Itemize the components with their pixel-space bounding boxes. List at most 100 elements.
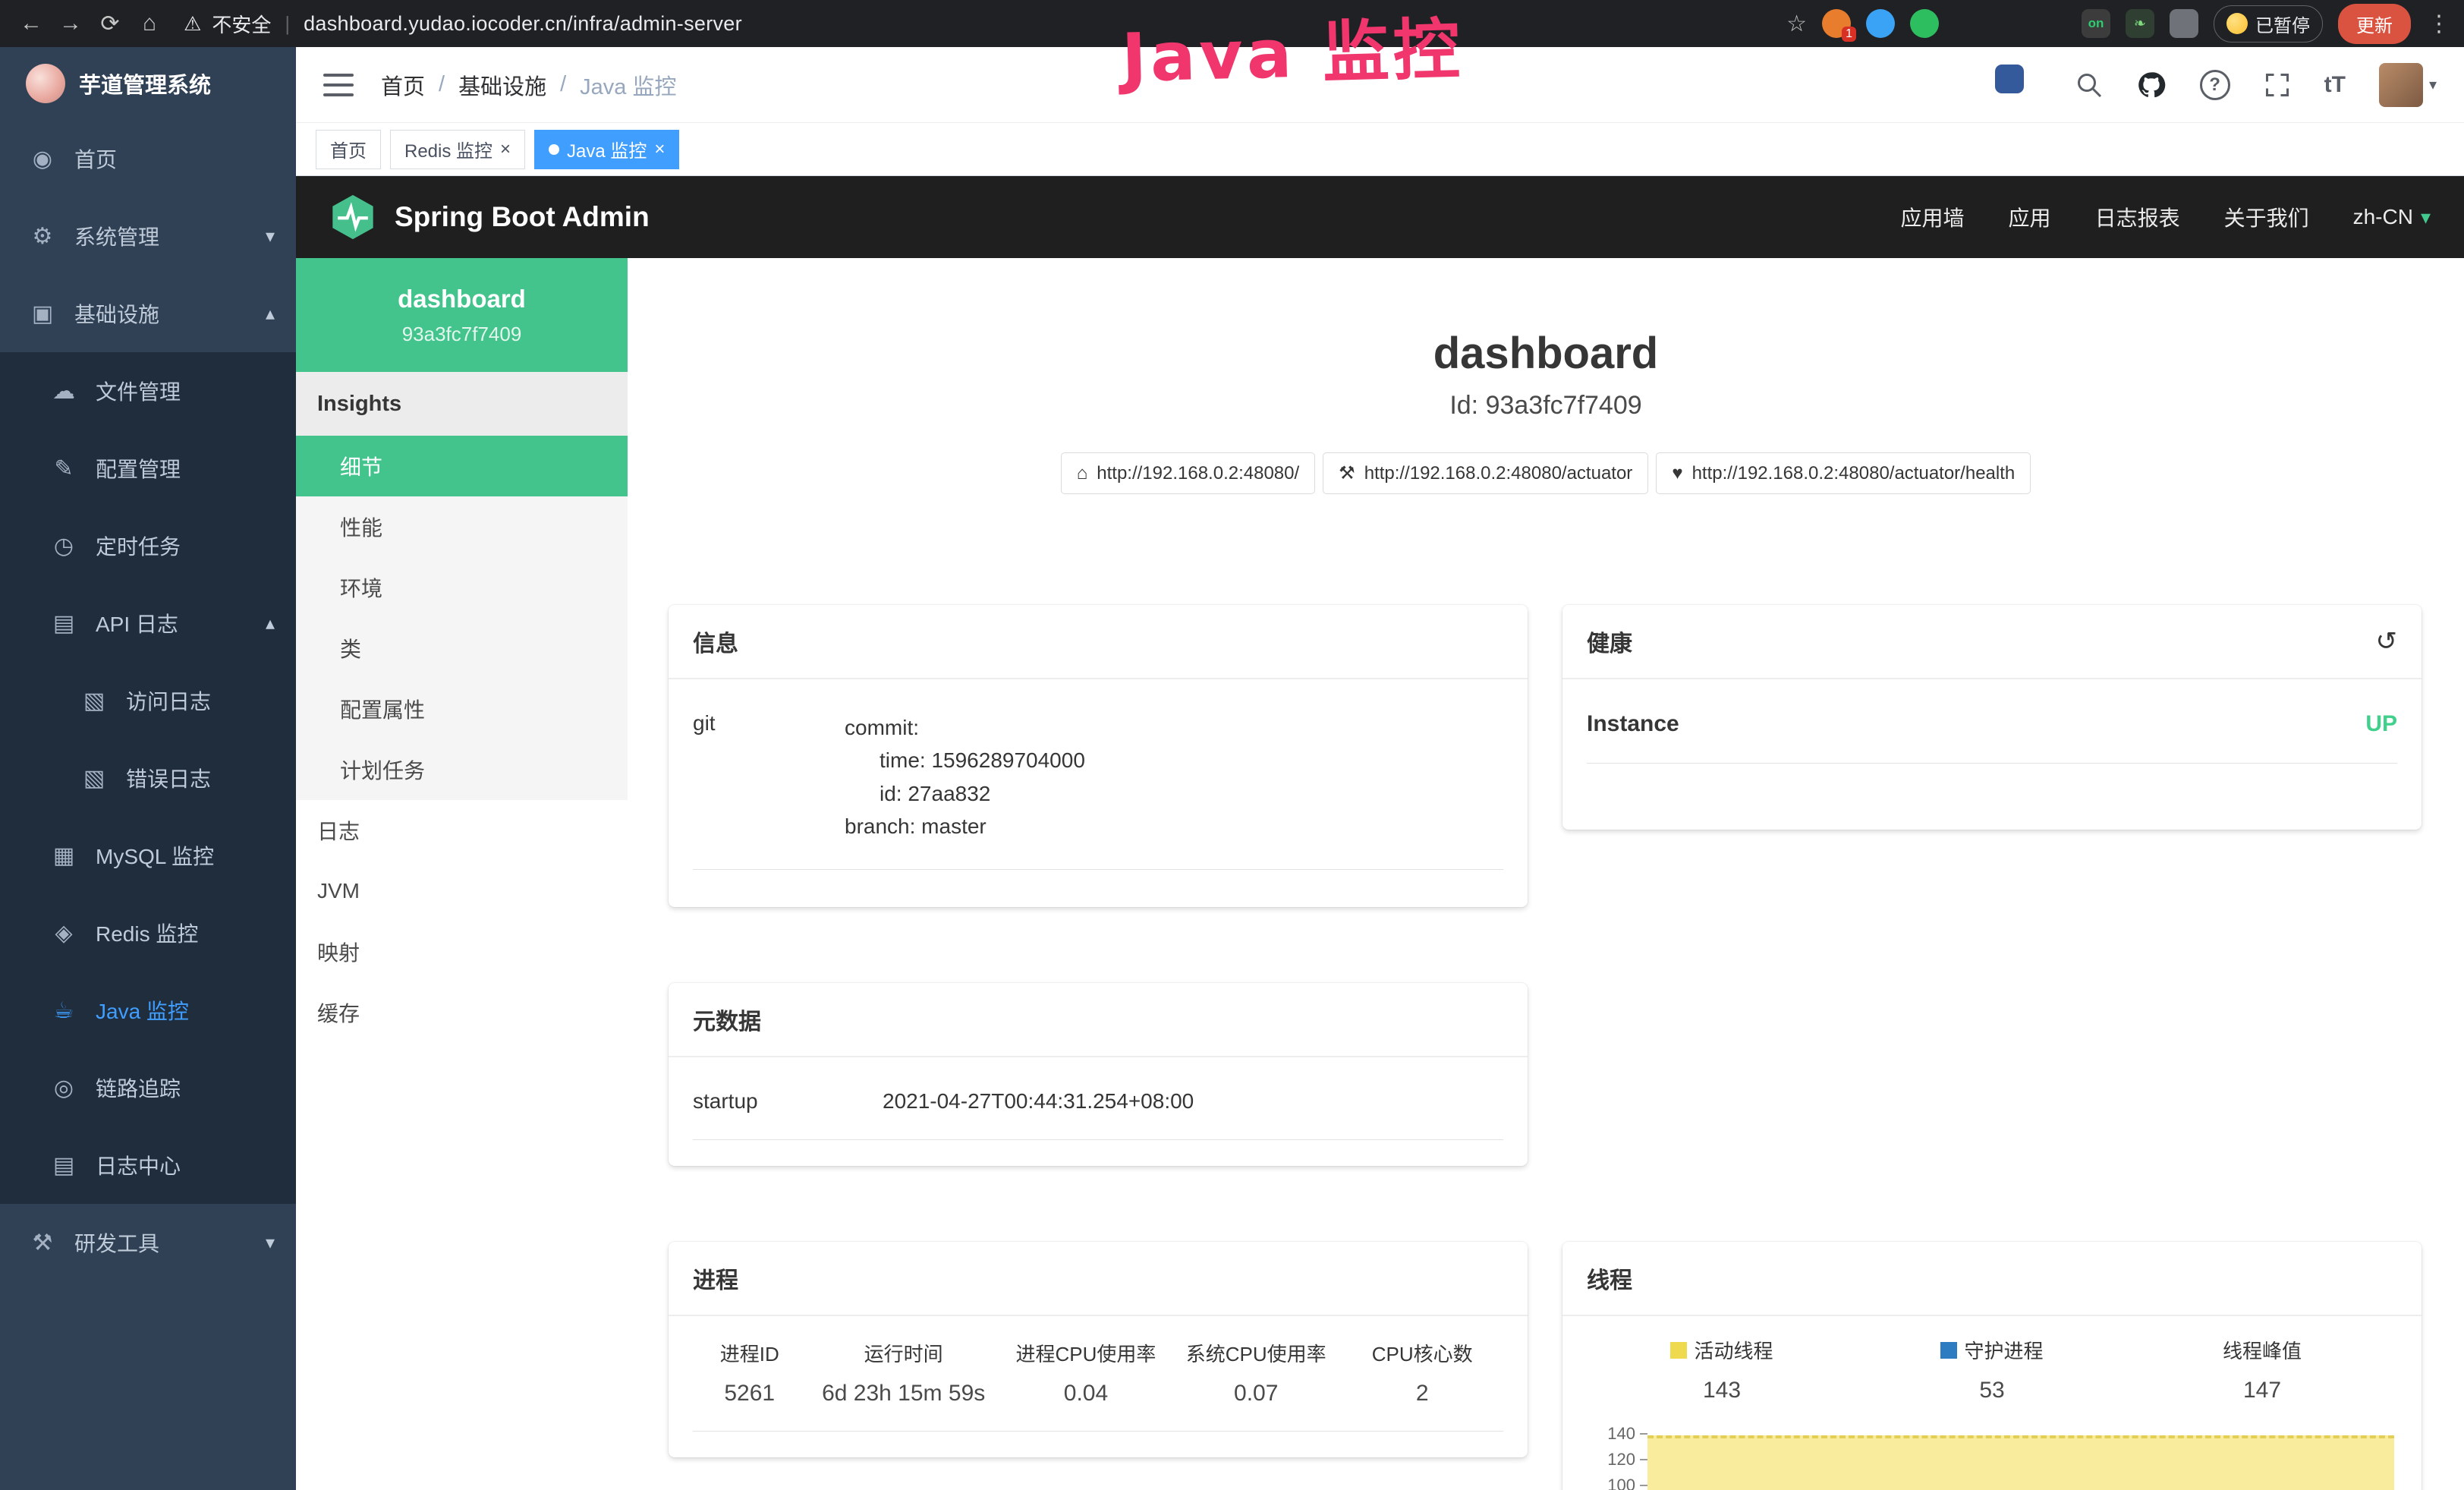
hamburger-icon[interactable] xyxy=(323,74,354,96)
extensions-puzzle-icon[interactable] xyxy=(2170,9,2198,38)
home-icon: ⌂ xyxy=(1077,463,1088,484)
tags-view-bar: 首页 Redis 监控 × Java 监控 × xyxy=(296,123,2464,176)
tab-home[interactable]: 首页 xyxy=(316,130,381,169)
legend-live-threads[interactable]: 活动线程 143 xyxy=(1587,1336,1857,1403)
sba-item-config-props[interactable]: 配置属性 xyxy=(296,679,628,739)
breadcrumb-current: Java 监控 xyxy=(580,69,676,101)
sba-item-jvm[interactable]: JVM xyxy=(296,861,628,921)
cards-grid: 信息 git commit: time: 1596289704000 id: 2… xyxy=(669,605,2422,1490)
health-url-chip[interactable]: ♥ http://192.168.0.2:48080/actuator/heal… xyxy=(1656,452,2031,494)
reload-icon[interactable]: ⟳ xyxy=(93,6,127,41)
process-card: 进程 进程ID 5261 运行时间 6d 23h 15m 59s 进程CPU使用… xyxy=(669,1242,1528,1457)
threads-card-body: 活动线程 143 守护进程 53 线程峰值 xyxy=(1562,1316,2422,1490)
instance-links: ⌂ http://192.168.0.2:48080/ ⚒ http://192… xyxy=(628,452,2464,494)
sba-item-mappings[interactable]: 映射 xyxy=(296,921,628,982)
health-instance-row: Instance UP xyxy=(1587,685,2397,764)
sba-item-metrics[interactable]: 性能 xyxy=(296,496,628,557)
sidebar-item-file-management[interactable]: ☁ 文件管理 xyxy=(0,352,296,430)
tab-redis-monitor[interactable]: Redis 监控 × xyxy=(390,130,525,169)
sidebar-item-label: 首页 xyxy=(74,143,117,174)
sidebar-item-error-logs[interactable]: ▧ 错误日志 xyxy=(0,739,296,817)
heart-icon: ♥ xyxy=(1672,463,1682,484)
chevron-down-icon: ▾ xyxy=(266,225,275,247)
emoji-face-icon xyxy=(2226,13,2248,34)
sidebar-item-api-logs[interactable]: ▤ API 日志 ▴ xyxy=(0,584,296,662)
sidebar-item-log-center[interactable]: ▤ 日志中心 xyxy=(0,1126,296,1204)
sba-nav-wallboard[interactable]: 应用墙 xyxy=(1901,202,1965,232)
sidebar-item-tracing[interactable]: ◎ 链路追踪 xyxy=(0,1049,296,1126)
log-icon: ▤ xyxy=(49,610,79,637)
sidebar-item-label: MySQL 监控 xyxy=(96,840,214,871)
sba-brand-title: Spring Boot Admin xyxy=(395,201,650,233)
bookmark-star-icon[interactable]: ☆ xyxy=(1786,11,1807,37)
admin-sidebar: 芋道管理系统 ◉ 首页 ⚙ 系统管理 ▾ ▣ 基础设施 ▴ ☁ 文件管理 ✎ 配… xyxy=(0,47,296,1490)
actuator-url: http://192.168.0.2:48080/actuator xyxy=(1364,463,1633,484)
sba-nav: 应用墙 应用 日志报表 关于我们 zh-CN ▾ xyxy=(1901,202,2431,232)
extension-green-icon[interactable] xyxy=(1910,9,1939,38)
paused-badge[interactable]: 已暂停 xyxy=(2214,5,2323,43)
sidebar-item-access-logs[interactable]: ▧ 访问日志 xyxy=(0,662,296,739)
logo-avatar xyxy=(26,64,65,103)
sidebar-item-config-management[interactable]: ✎ 配置管理 xyxy=(0,430,296,507)
legend-label: 线程峰值 xyxy=(2223,1336,2302,1364)
col-header: 系统CPU使用率 xyxy=(1171,1339,1341,1367)
sba-item-scheduled-tasks[interactable]: 计划任务 xyxy=(296,739,628,800)
breadcrumb: 首页 / 基础设施 / Java 监控 xyxy=(381,69,676,101)
extension-grid-icon[interactable] xyxy=(1995,65,2024,93)
sidebar-item-home[interactable]: ◉ 首页 xyxy=(0,120,296,197)
service-url-chip[interactable]: ⌂ http://192.168.0.2:48080/ xyxy=(1061,452,1315,494)
chevron-up-icon: ▴ xyxy=(266,613,275,635)
service-url: http://192.168.0.2:48080/ xyxy=(1097,463,1299,484)
history-icon[interactable]: ↺ xyxy=(2376,626,2398,657)
forward-icon[interactable]: → xyxy=(53,6,88,41)
sidebar-item-label: 日志中心 xyxy=(96,1150,181,1180)
instance-name: dashboard xyxy=(398,285,526,313)
sidebar-item-redis-monitor[interactable]: ◈ Redis 监控 xyxy=(0,894,296,972)
address-bar[interactable]: ⚠ 不安全 | dashboard.yudao.iocoder.cn/infra… xyxy=(184,10,742,38)
update-button[interactable]: 更新 xyxy=(2338,4,2411,44)
actuator-url-chip[interactable]: ⚒ http://192.168.0.2:48080/actuator xyxy=(1323,452,1648,494)
legend-value: 143 xyxy=(1703,1378,1741,1403)
breadcrumb-infrastructure[interactable]: 基础设施 xyxy=(458,69,546,101)
locale-selector[interactable]: zh-CN ▾ xyxy=(2353,205,2431,229)
sba-item-logs[interactable]: 日志 xyxy=(296,800,628,861)
tab-label: Java 监控 xyxy=(567,136,647,162)
admin-menu: ◉ 首页 ⚙ 系统管理 ▾ ▣ 基础设施 ▴ ☁ 文件管理 ✎ 配置管理 ◷ 定… xyxy=(0,120,296,1281)
extension-fox-icon[interactable]: 1 xyxy=(1822,9,1851,38)
chart-y-axis: 140 120 100 xyxy=(1587,1425,1647,1490)
legend-daemon-threads[interactable]: 守护进程 53 xyxy=(1857,1336,2127,1403)
active-dot xyxy=(549,144,559,155)
sidebar-item-label: 文件管理 xyxy=(96,376,181,406)
browser-menu-icon[interactable]: ⋮ xyxy=(2428,11,2450,37)
home-icon[interactable]: ⌂ xyxy=(132,6,167,41)
sba-item-environment[interactable]: 环境 xyxy=(296,557,628,618)
git-time-line: time: 1596289704000 xyxy=(845,748,1085,772)
sba-brand[interactable]: Spring Boot Admin xyxy=(329,194,650,241)
sba-nav-applications[interactable]: 应用 xyxy=(2009,202,2051,232)
sba-item-classes[interactable]: 类 xyxy=(296,618,628,679)
process-col-process-cpu: 进程CPU使用率 0.04 xyxy=(1001,1339,1171,1407)
sba-nav-journal[interactable]: 日志报表 xyxy=(2095,202,2180,232)
url-text[interactable]: dashboard.yudao.iocoder.cn/infra/admin-s… xyxy=(304,12,742,36)
sba-item-details[interactable]: 细节 xyxy=(296,436,628,496)
close-tab-icon[interactable]: × xyxy=(654,139,665,160)
dashboard-icon: ◉ xyxy=(27,146,58,172)
cloud-icon: ☁ xyxy=(49,378,79,405)
extension-drop-icon[interactable] xyxy=(1866,9,1895,38)
process-col-cpus: CPU核心数 2 xyxy=(1341,1339,1503,1407)
sidebar-item-system[interactable]: ⚙ 系统管理 ▾ xyxy=(0,197,296,275)
sba-item-caches[interactable]: 缓存 xyxy=(296,982,628,1043)
extension-onetab-icon[interactable]: on xyxy=(2082,9,2110,38)
close-tab-icon[interactable]: × xyxy=(500,139,511,160)
tab-java-monitor[interactable]: Java 监控 × xyxy=(534,130,679,169)
extension-leaf-icon[interactable]: ❧ xyxy=(2126,9,2154,38)
sidebar-item-java-monitor[interactable]: ☕ Java 监控 xyxy=(0,972,296,1049)
sidebar-item-dev-tools[interactable]: ⚒ 研发工具 ▾ xyxy=(0,1204,296,1281)
legend-value: 53 xyxy=(1979,1378,2004,1403)
breadcrumb-home[interactable]: 首页 xyxy=(381,69,425,101)
sba-nav-about[interactable]: 关于我们 xyxy=(2224,202,2309,232)
back-icon[interactable]: ← xyxy=(14,6,49,41)
sidebar-item-infrastructure[interactable]: ▣ 基础设施 ▴ xyxy=(0,275,296,352)
sidebar-item-mysql-monitor[interactable]: ▦ MySQL 监控 xyxy=(0,817,296,894)
sidebar-item-scheduled-jobs[interactable]: ◷ 定时任务 xyxy=(0,507,296,584)
